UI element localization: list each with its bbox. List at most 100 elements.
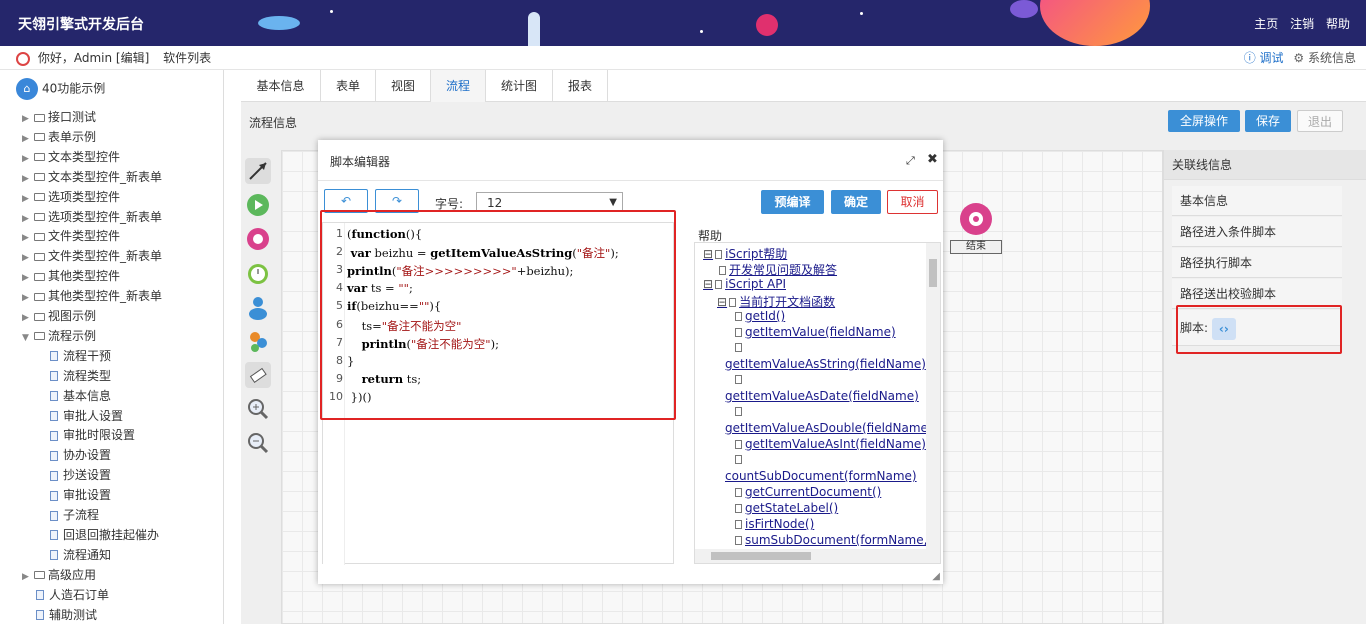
save-button[interactable]: 保存 — [1245, 110, 1291, 132]
zoom-out-icon[interactable] — [245, 430, 271, 456]
cancel-button[interactable]: 取消 — [887, 190, 938, 214]
end-node-icon[interactable] — [245, 226, 271, 252]
help-tree-item[interactable]: ⊟ 当前打开文档函数 — [717, 293, 835, 310]
help-tree-item[interactable]: getItemValueAsInt(fieldName) — [735, 437, 926, 451]
resize-handle-icon[interactable]: ◢ — [932, 571, 940, 582]
help-hscrollbar[interactable] — [695, 549, 940, 563]
tab-basic-info[interactable]: 基本信息 — [241, 70, 321, 102]
tree-root[interactable]: ⌂ 40功能示例 — [16, 78, 105, 100]
tree-item[interactable]: 协办设置 — [50, 446, 111, 463]
tree-item[interactable]: ▶ 文件类型控件 — [22, 227, 120, 244]
font-size-select[interactable]: 12 ▼ — [476, 192, 623, 212]
chevron-right-icon[interactable]: ▶ — [22, 293, 34, 303]
help-tree-item[interactable]: countSubDocument(formName) — [725, 469, 917, 483]
help-vscrollbar[interactable] — [926, 243, 940, 549]
exit-button[interactable]: 退出 — [1297, 110, 1343, 132]
link-basic-info[interactable]: 基本信息 — [1172, 186, 1342, 216]
logout-link[interactable]: 注销 — [1290, 17, 1314, 31]
tree-item[interactable]: 子流程 — [50, 506, 99, 523]
tree-item[interactable]: ▶ 选项类型控件 — [22, 188, 120, 205]
confirm-button[interactable]: 确定 — [831, 190, 881, 214]
tree-item[interactable]: 回退回撤挂起催办 — [50, 526, 159, 543]
collapse-icon[interactable]: ⊟ — [717, 295, 727, 309]
tab-form[interactable]: 表单 — [321, 70, 376, 102]
chevron-right-icon[interactable]: ▶ — [22, 174, 34, 184]
tree-item[interactable]: 辅助测试 — [36, 606, 97, 623]
pointer-tool-icon[interactable] — [245, 158, 271, 184]
tree-item[interactable]: ▶ 视图示例 — [22, 307, 96, 324]
help-tree-item[interactable]: ⊟ iScript API — [703, 277, 786, 291]
tree-item[interactable]: ▶ 其他类型控件_新表单 — [22, 287, 162, 304]
folder-icon — [34, 232, 45, 241]
help-tree[interactable]: ⊟ iScript帮助 开发常见问题及解答 ⊟ iScript API ⊟ 当前打开文档函数… — [694, 242, 941, 564]
help-tree-item[interactable]: sumSubDocument(formName, — [735, 533, 927, 547]
tree-item[interactable]: ▶ 接口测试 — [22, 108, 96, 125]
tree-item[interactable]: 流程通知 — [50, 546, 111, 563]
greeting[interactable]: 你好，Admin [编辑] — [38, 51, 149, 65]
help-tree-item[interactable]: getItemValue(fieldName) — [735, 325, 896, 339]
fullscreen-button[interactable]: 全屏操作 — [1168, 110, 1240, 132]
help-tree-item[interactable]: getId() — [735, 309, 785, 323]
tree-item[interactable]: 抄送设置 — [50, 466, 111, 483]
tree-item-label: 基本信息 — [63, 388, 112, 403]
tree-item[interactable]: ▶ 表单示例 — [22, 128, 96, 145]
tree-item[interactable]: ▶ 选项类型控件_新表单 — [22, 208, 162, 225]
tree-item[interactable]: ▶ 其他类型控件 — [22, 267, 120, 284]
help-tree-item[interactable]: ⊟ iScript帮助 — [703, 245, 787, 262]
tab-report[interactable]: 报表 — [553, 70, 608, 102]
help-tree-item[interactable]: isFirtNode() — [735, 517, 814, 531]
help-tree-item[interactable]: getItemValueAsString(fieldName) — [725, 357, 926, 371]
chevron-right-icon[interactable]: ▶ — [22, 194, 34, 204]
tree-item[interactable]: ▶ 文本类型控件_新表单 — [22, 168, 162, 185]
start-node-icon[interactable] — [245, 192, 271, 218]
tree-item[interactable]: 审批时限设置 — [50, 426, 135, 443]
chevron-right-icon[interactable]: ▶ — [22, 154, 34, 164]
tree-item[interactable]: ▶ 文件类型控件_新表单 — [22, 247, 162, 264]
help-tree-item[interactable]: getStateLabel() — [735, 501, 838, 515]
eraser-tool-icon[interactable] — [245, 362, 271, 388]
link-enter-condition-script[interactable]: 路径进入条件脚本 — [1172, 217, 1342, 247]
tab-flow[interactable]: 流程 — [431, 70, 486, 102]
tree-item[interactable]: ▶ 文本类型控件 — [22, 148, 120, 165]
tree-item[interactable]: 流程类型 — [50, 367, 111, 384]
precompile-button[interactable]: 预编译 — [761, 190, 824, 214]
tree-item[interactable]: ▶ 高级应用 — [22, 566, 96, 583]
tree-item[interactable]: 审批设置 — [50, 486, 111, 503]
zoom-in-icon[interactable] — [245, 396, 271, 422]
collapse-icon[interactable]: ⊟ — [703, 247, 713, 261]
chevron-right-icon[interactable]: ▶ — [22, 572, 34, 582]
help-tree-item[interactable]: getCurrentDocument() — [735, 485, 881, 499]
chevron-right-icon[interactable]: ▶ — [22, 233, 34, 243]
help-tree-item[interactable]: getItemValueAsDouble(fieldName) — [725, 421, 933, 435]
tab-view[interactable]: 视图 — [376, 70, 431, 102]
chevron-right-icon[interactable]: ▶ — [22, 114, 34, 124]
tree-item[interactable]: ▼ 流程示例 — [22, 327, 96, 344]
tree-item-label: 抄送设置 — [63, 468, 112, 483]
help-tree-item[interactable]: getItemValueAsDate(fieldName) — [725, 389, 919, 403]
tab-chart[interactable]: 统计图 — [486, 70, 553, 102]
chevron-right-icon[interactable]: ▶ — [22, 313, 34, 323]
user-task-icon[interactable] — [245, 294, 271, 320]
end-node[interactable]: 结束 — [950, 201, 1002, 255]
link-execute-script[interactable]: 路径执行脚本 — [1172, 248, 1342, 278]
tree-item[interactable]: 人造石订单 — [36, 586, 109, 603]
close-icon[interactable]: ✖ — [927, 152, 938, 167]
tree-item[interactable]: 审批人设置 — [50, 407, 123, 424]
chevron-right-icon[interactable]: ▶ — [22, 253, 34, 263]
subflow-icon[interactable] — [245, 328, 271, 354]
timer-node-icon[interactable] — [245, 260, 271, 286]
system-info-link[interactable]: 系统信息 — [1308, 51, 1356, 65]
collapse-icon[interactable]: ⊟ — [703, 277, 713, 291]
chevron-down-icon[interactable]: ▼ — [22, 333, 34, 343]
home-link[interactable]: 主页 — [1254, 17, 1278, 31]
debug-link[interactable]: 调试 — [1260, 51, 1284, 65]
chevron-right-icon[interactable]: ▶ — [22, 273, 34, 283]
tree-item[interactable]: 流程干预 — [50, 347, 111, 364]
chevron-right-icon[interactable]: ▶ — [22, 134, 34, 144]
help-link[interactable]: 帮助 — [1326, 17, 1350, 31]
help-tree-item[interactable]: 开发常见问题及解答 — [719, 261, 837, 278]
chevron-right-icon[interactable]: ▶ — [22, 214, 34, 224]
tree-item[interactable]: 基本信息 — [50, 387, 111, 404]
software-list-link[interactable]: 软件列表 — [163, 51, 211, 65]
popout-icon[interactable]: ⤢ — [906, 154, 915, 168]
